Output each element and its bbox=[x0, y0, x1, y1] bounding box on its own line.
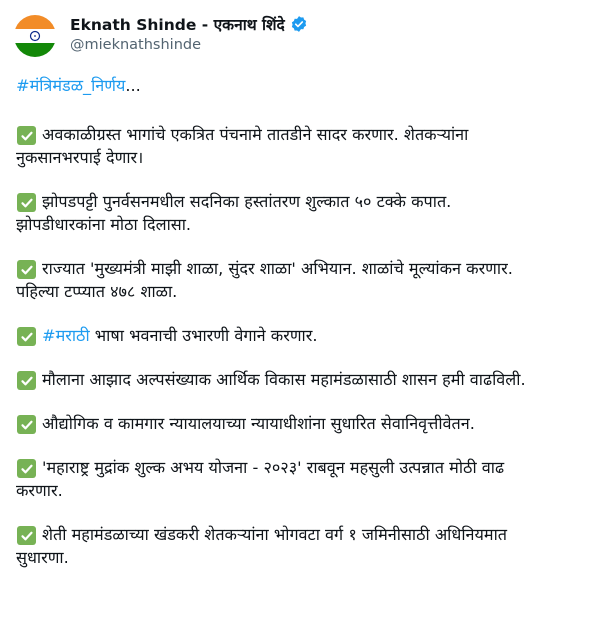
avatar[interactable] bbox=[14, 15, 56, 57]
hashtag-suffix: ... bbox=[125, 76, 141, 95]
item-text-line1: राज्यात 'मुख्यमंत्री माझी शाळा, सुंदर शा… bbox=[42, 259, 513, 278]
hashtag-line: #मंत्रिमंडळ_निर्णय... bbox=[16, 74, 606, 97]
item-text-line1: औद्योगिक व कामगार न्यायालयाच्या न्यायाधी… bbox=[42, 414, 475, 433]
list-item: मौलाना आझाद अल्पसंख्याक आर्थिक विकास महा… bbox=[16, 368, 606, 391]
item-text: भाषा भवनाची उभारणी वेगाने करणार. bbox=[89, 326, 318, 345]
item-text-line1: अवकाळीग्रस्त भागांचे एकत्रित पंचनामे तात… bbox=[42, 125, 469, 144]
list-item: #मराठी भाषा भवनाची उभारणी वेगाने करणार. bbox=[16, 324, 606, 347]
check-mark-icon bbox=[17, 260, 36, 279]
item-text-line2: पहिल्या टप्प्यात ४७८ शाळा. bbox=[16, 282, 178, 301]
india-flag-avatar-icon bbox=[14, 15, 56, 57]
list-item: राज्यात 'मुख्यमंत्री माझी शाळा, सुंदर शा… bbox=[16, 257, 606, 303]
list-item: झोपडपट्टी पुनर्वसनमधील सदनिका हस्तांतरण … bbox=[16, 190, 606, 236]
author-names: Eknath Shinde - एकनाथ शिंदे @mieknathshi… bbox=[70, 12, 308, 53]
hashtag-link[interactable]: #मंत्रिमंडळ_निर्णय bbox=[16, 76, 125, 95]
marathi-hashtag-link[interactable]: #मराठी bbox=[42, 326, 90, 345]
author-handle[interactable]: @mieknathshinde bbox=[70, 37, 308, 53]
tweet-header: Eknath Shinde - एकनाथ शिंदे @mieknathshi… bbox=[14, 12, 308, 62]
verified-badge-icon bbox=[290, 15, 308, 33]
item-text-line2: सुधारणा. bbox=[16, 548, 69, 567]
item-text-line1: झोपडपट्टी पुनर्वसनमधील सदनिका हस्तांतरण … bbox=[42, 192, 452, 211]
check-mark-icon bbox=[17, 459, 36, 478]
check-mark-icon bbox=[17, 371, 36, 390]
item-text-line2: नुकसानभरपाई देणार। bbox=[16, 148, 144, 167]
check-mark-icon bbox=[17, 327, 36, 346]
check-mark-icon bbox=[17, 526, 36, 545]
tweet-text: #मंत्रिमंडळ_निर्णय... अवकाळीग्रस्त भागां… bbox=[16, 74, 606, 590]
list-item: अवकाळीग्रस्त भागांचे एकत्रित पंचनामे तात… bbox=[16, 123, 606, 169]
item-text-line1: 'महाराष्ट्र मुद्रांक शुल्क अभय योजना - २… bbox=[42, 458, 505, 477]
item-text-line2: करणार. bbox=[16, 481, 63, 500]
item-text-line2: झोपडीधारकांना मोठा दिलासा. bbox=[16, 215, 192, 234]
list-item: औद्योगिक व कामगार न्यायालयाच्या न्यायाधी… bbox=[16, 412, 606, 435]
check-mark-icon bbox=[17, 193, 36, 212]
item-text-line1: शेती महामंडळाच्या खंडकरी शेतकऱ्यांना भोग… bbox=[42, 525, 507, 544]
item-text-line1: #मराठी भाषा भवनाची उभारणी वेगाने करणार. bbox=[42, 324, 606, 347]
item-text-line1: मौलाना आझाद अल्पसंख्याक आर्थिक विकास महा… bbox=[42, 370, 526, 389]
tweet: Eknath Shinde - एकनाथ शिंदे @mieknathshi… bbox=[0, 0, 613, 633]
author-display-name[interactable]: Eknath Shinde - एकनाथ शिंदे bbox=[70, 13, 285, 35]
list-item: शेती महामंडळाच्या खंडकरी शेतकऱ्यांना भोग… bbox=[16, 523, 606, 569]
list-item: 'महाराष्ट्र मुद्रांक शुल्क अभय योजना - २… bbox=[16, 456, 606, 502]
check-mark-icon bbox=[17, 415, 36, 434]
name-row: Eknath Shinde - एकनाथ शिंदे bbox=[70, 12, 308, 36]
check-mark-icon bbox=[17, 126, 36, 145]
